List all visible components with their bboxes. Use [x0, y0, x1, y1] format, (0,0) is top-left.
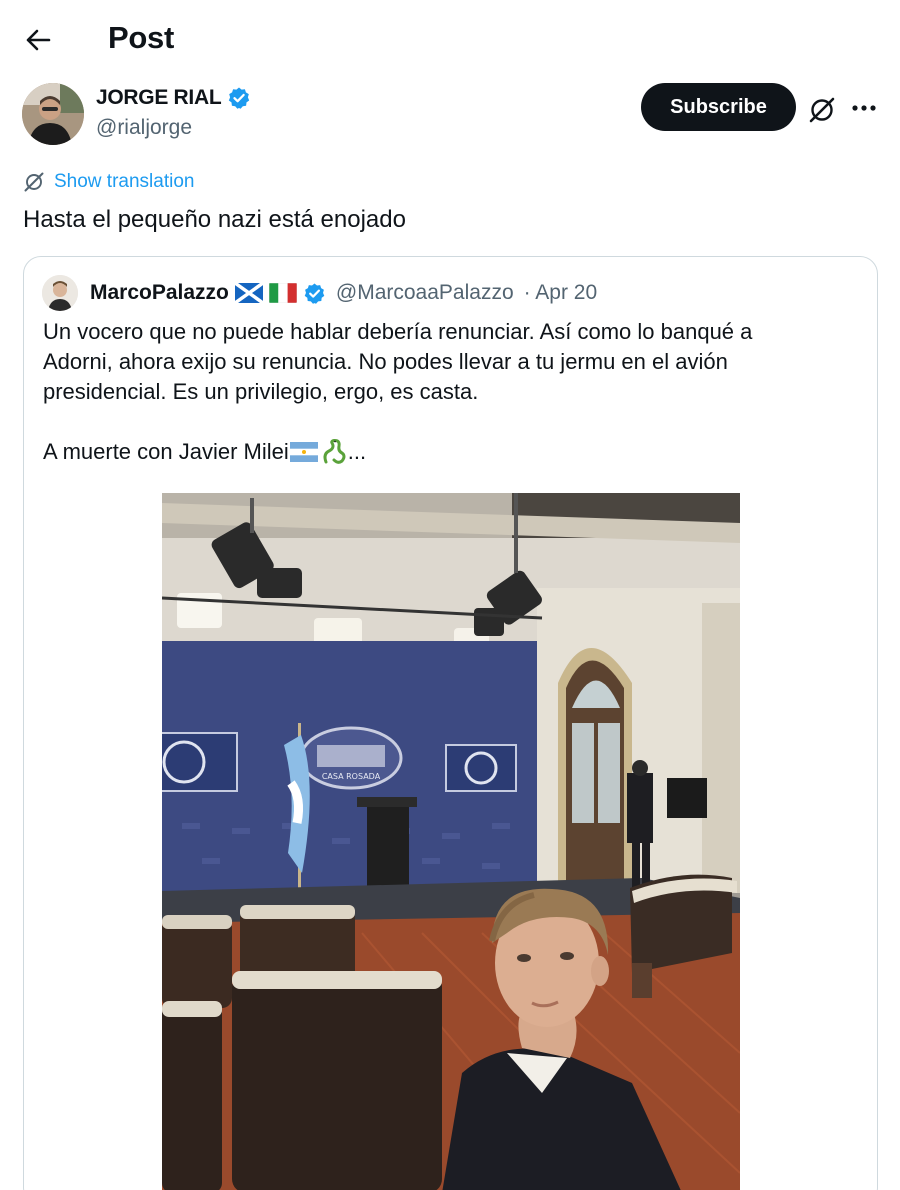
- page-title: Post: [108, 20, 174, 55]
- subscribe-button[interactable]: Subscribe: [641, 83, 796, 131]
- italy-flag-icon: [268, 283, 297, 303]
- verified-badge-icon: [304, 282, 325, 304]
- author-name[interactable]: JORGE RIAL: [96, 86, 222, 110]
- back-button[interactable]: [20, 22, 56, 58]
- show-translation-link[interactable]: Show translation: [22, 170, 194, 194]
- arrow-left-icon: [26, 29, 51, 51]
- quoted-author-name[interactable]: MarcoPalazzo: [90, 281, 229, 305]
- argentina-flag-icon: [289, 442, 318, 462]
- author-row: JORGE RIAL @rialjorge Subscribe: [0, 80, 900, 150]
- quoted-post-text: Un vocero que no puede hablar debería re…: [43, 317, 843, 467]
- quoted-author-avatar[interactable]: [42, 275, 78, 311]
- top-bar: Post: [0, 0, 900, 80]
- more-horizontal-icon: [852, 105, 876, 111]
- verified-badge-icon: [229, 87, 250, 109]
- quoted-author-handle[interactable]: @MarcoaaPalazzo: [336, 281, 514, 305]
- quoted-post-header: MarcoPalazzo @MarcoaaPalazzo · Apr 20: [42, 275, 597, 311]
- show-translation-label[interactable]: Show translation: [54, 171, 194, 193]
- scotland-flag-icon: [234, 283, 263, 303]
- quoted-text-line: presidencial. Es un privilegio, ergo, es…: [43, 379, 479, 404]
- quoted-text-line: Un vocero que no puede hablar debería re…: [43, 319, 753, 344]
- quoted-post-image[interactable]: CASA ROSADA: [162, 493, 740, 1190]
- more-options-button[interactable]: [850, 94, 878, 122]
- post-text: Hasta el pequeño nazi está enojado: [23, 206, 406, 233]
- quoted-text-ellipsis: ...: [347, 439, 367, 464]
- author-avatar[interactable]: [22, 83, 84, 145]
- author-name-group[interactable]: JORGE RIAL: [96, 86, 251, 110]
- author-handle[interactable]: @rialjorge: [96, 116, 192, 140]
- quoted-text-line: Adorni, ahora exijo su renuncia. No pode…: [43, 349, 728, 374]
- quoted-text-line-prefix: A muerte con Javier Milei: [43, 439, 289, 464]
- snake-icon: [323, 438, 346, 464]
- press-room-photo: CASA ROSADA: [162, 493, 740, 1190]
- casa-rosada-text: CASA ROSADA: [322, 772, 381, 781]
- grok-button[interactable]: [806, 94, 838, 126]
- grok-icon: [809, 97, 835, 123]
- grok-icon: [24, 172, 44, 192]
- quoted-post-date[interactable]: · Apr 20: [524, 281, 598, 305]
- quoted-text-line: A muerte con Javier Milei ...: [43, 437, 843, 467]
- quoted-post[interactable]: MarcoPalazzo @MarcoaaPalazzo · Apr 20 Un…: [23, 256, 878, 1190]
